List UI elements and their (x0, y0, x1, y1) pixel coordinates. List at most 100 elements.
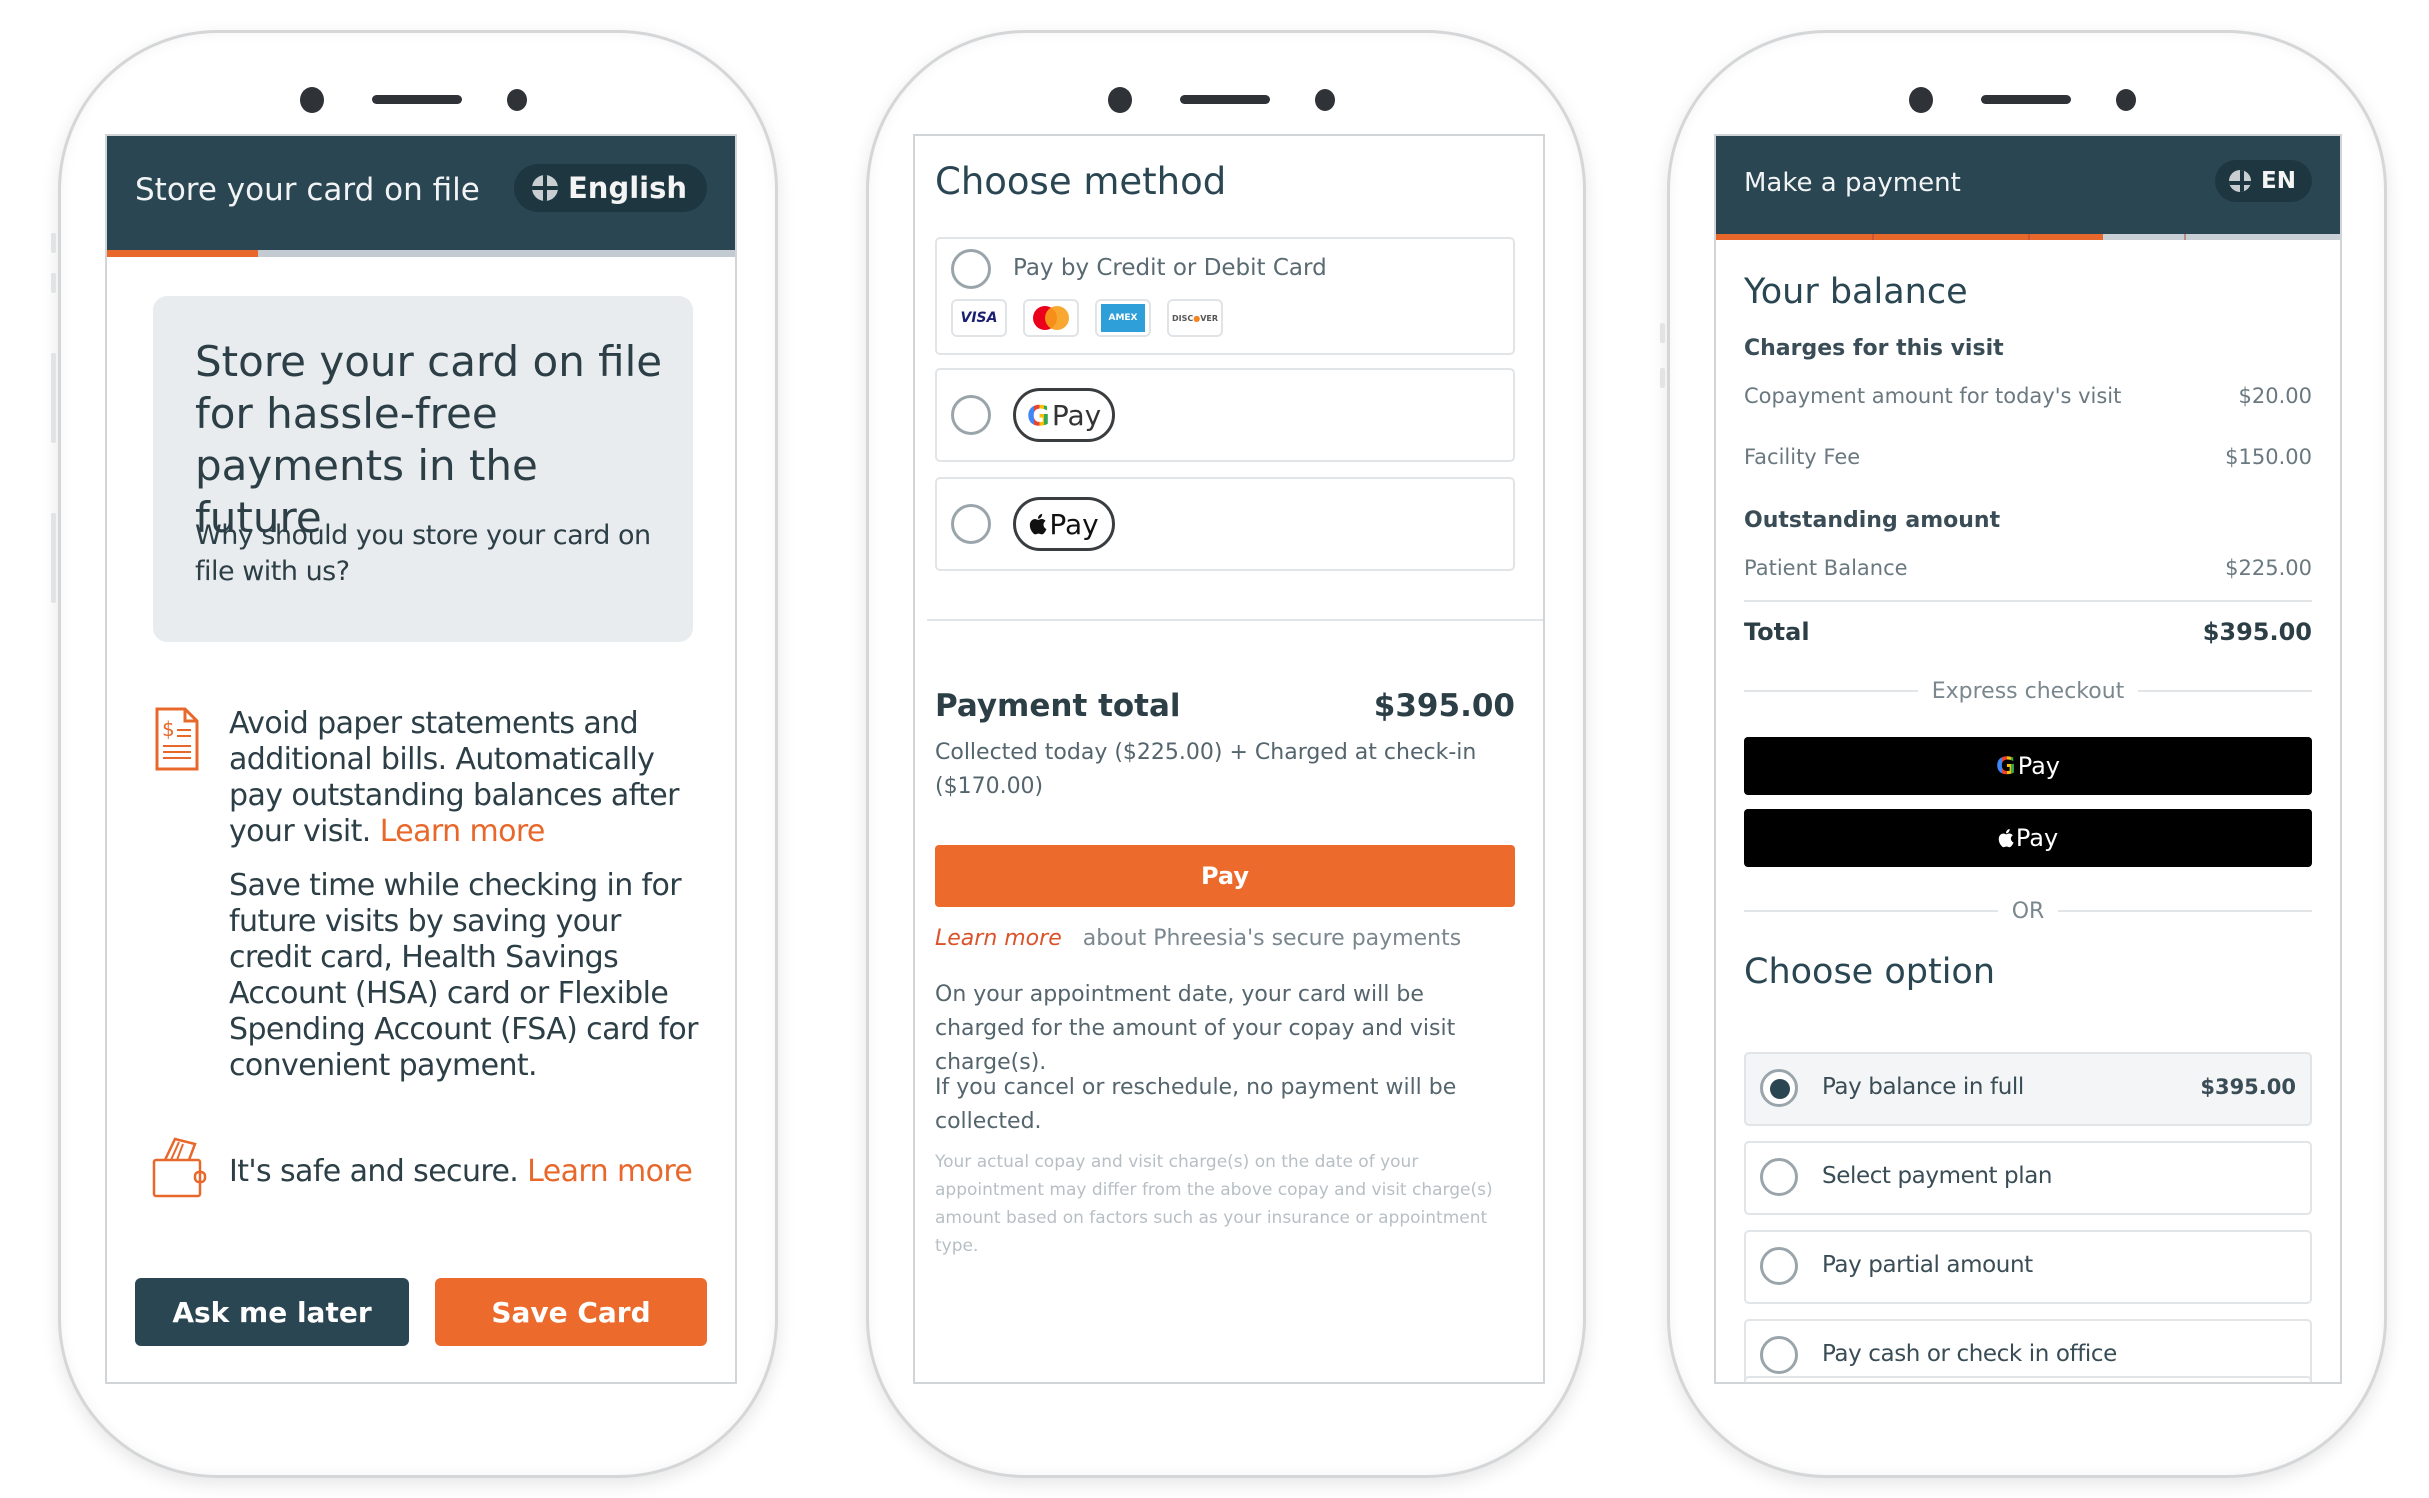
option-more-partial (1744, 1376, 2312, 1382)
option-partial-amount[interactable]: Pay partial amount (1744, 1230, 2312, 1304)
radio-button[interactable] (951, 395, 991, 435)
divider-line (2058, 910, 2313, 912)
google-g-icon: G (1995, 752, 2016, 780)
outstanding-label: Patient Balance (1744, 556, 1908, 580)
learn-more-link[interactable]: Learn more (527, 1154, 693, 1189)
method-apple-pay-option[interactable]: Pay (935, 477, 1515, 571)
or-label: OR (2011, 898, 2045, 924)
cancel-note: If you cancel or reschedule, no payment … (935, 1075, 1457, 1134)
method-google-pay-option[interactable]: G Pay (935, 368, 1515, 462)
radio-button[interactable] (951, 249, 991, 289)
gpay-label: Pay (2017, 752, 2060, 780)
pay-button[interactable]: Pay (935, 845, 1515, 907)
google-g-icon: G (1026, 398, 1050, 432)
section-divider (927, 619, 1543, 621)
charges-heading: Charges for this visit (1744, 336, 2004, 361)
learn-more-link[interactable]: Learn more (935, 926, 1062, 951)
divider-line (2138, 690, 2312, 692)
language-label: EN (2261, 168, 2296, 194)
charge-amount: $150.00 (2225, 445, 2312, 469)
method-card-option[interactable]: Pay by Credit or Debit Card VISA AMEX DI… (935, 237, 1515, 355)
charge-label: Copayment amount for today's visit (1744, 384, 2122, 408)
front-camera (300, 87, 324, 113)
benefit-paperless: Avoid paper statements and additional bi… (229, 706, 699, 850)
outstanding-row: Patient Balance $225.00 (1744, 556, 2312, 580)
side-button (1660, 368, 1665, 388)
outstanding-amount: $225.00 (2225, 556, 2312, 580)
option-label: Pay balance in full (1822, 1074, 2024, 1100)
charge-label: Facility Fee (1744, 445, 1861, 469)
google-pay-button[interactable]: G Pay (1744, 737, 2312, 795)
option-cash-check[interactable]: Pay cash or check in office (1744, 1319, 2312, 1382)
benefit-save-time: Save time while checking in for future v… (229, 868, 699, 1083)
front-camera (1108, 87, 1132, 113)
divider-line (1744, 690, 1918, 692)
benefit-text: It's safe and secure. (229, 1154, 519, 1189)
language-selector[interactable]: English (513, 164, 707, 212)
disclaimer: Your actual copay and visit charge(s) on… (935, 1152, 1493, 1256)
option-pay-full[interactable]: Pay balance in full $395.00 (1744, 1052, 2312, 1126)
side-button (51, 353, 56, 443)
globe-icon (531, 175, 558, 201)
progress-segment-gap (2184, 234, 2186, 240)
phone-frame-choose-method: Choose method Pay by Credit or Debit Car… (866, 30, 1586, 1478)
screen-choose-method: Choose method Pay by Credit or Debit Car… (913, 134, 1545, 1384)
sensor (2116, 89, 2136, 111)
or-divider: OR (1744, 896, 2313, 926)
payment-total-label: Payment total (935, 688, 1181, 724)
phone-frame-make-payment: Make a payment EN Your balance Charges f… (1660, 30, 2387, 1478)
hero-subtitle: Why should you store your card on file w… (195, 520, 651, 587)
earpiece-speaker (1180, 95, 1270, 104)
progress-fill (1716, 234, 2103, 240)
amex-logo-icon: AMEX (1095, 299, 1151, 337)
wallet-card-icon (152, 1137, 207, 1198)
progress-bar (107, 250, 735, 257)
page-title: Choose method (935, 160, 1227, 203)
header-title: Make a payment (1744, 168, 1961, 198)
apple-pay-button[interactable]: Pay (1744, 809, 2312, 867)
google-pay-badge: G Pay (1013, 388, 1115, 442)
side-button (51, 233, 56, 253)
progress-fill (107, 250, 258, 257)
ask-me-later-button[interactable]: Ask me later (135, 1278, 409, 1346)
secure-payments-note: Learn more about Phreesia's secure payme… (935, 922, 1515, 956)
radio-button[interactable] (1760, 1158, 1798, 1196)
app-header: Make a payment EN (1716, 136, 2340, 234)
front-camera (1909, 87, 1933, 113)
app-header: Store your card on file English (107, 136, 735, 250)
balance-title: Your balance (1744, 272, 1968, 312)
option-label: Pay cash or check in office (1822, 1341, 2117, 1367)
discover-logo-icon: DISC ● VER (1167, 299, 1223, 337)
radio-button[interactable] (1760, 1247, 1798, 1285)
benefit-secure: It's safe and secure. Learn more (229, 1154, 729, 1190)
sensor (1315, 89, 1335, 111)
side-button (51, 513, 56, 603)
learn-more-link[interactable]: Learn more (380, 814, 546, 849)
radio-button[interactable] (951, 504, 991, 544)
option-amount: $395.00 (2200, 1075, 2296, 1099)
total-row: Total $395.00 (1744, 618, 2312, 646)
apple-logo-icon (1998, 829, 2014, 848)
visa-logo-icon: VISA (951, 299, 1007, 337)
total-amount: $395.00 (2202, 618, 2312, 646)
charge-row: Facility Fee $150.00 (1744, 445, 2312, 469)
option-payment-plan[interactable]: Select payment plan (1744, 1141, 2312, 1215)
language-label: English (567, 171, 687, 205)
side-button (51, 273, 56, 293)
applepay-label: Pay (1049, 507, 1099, 541)
side-button (1660, 323, 1665, 343)
sensor (507, 89, 527, 111)
save-card-button[interactable]: Save Card (435, 1278, 707, 1346)
apple-pay-badge: Pay (1013, 497, 1115, 551)
radio-button[interactable] (1760, 1336, 1798, 1374)
express-checkout-divider: Express checkout (1744, 676, 2312, 706)
charge-note: On your appointment date, your card will… (935, 982, 1456, 1075)
invoice-dollar-icon: $ (155, 707, 199, 771)
earpiece-speaker (1981, 95, 2071, 104)
outstanding-heading: Outstanding amount (1744, 508, 2001, 533)
payment-total-amount: $395.00 (1373, 688, 1515, 724)
language-selector[interactable]: EN (2215, 160, 2312, 202)
payment-breakdown: Collected today ($225.00) + Charged at c… (935, 740, 1477, 799)
progress-bar (1716, 234, 2340, 240)
radio-button[interactable] (1760, 1069, 1798, 1107)
